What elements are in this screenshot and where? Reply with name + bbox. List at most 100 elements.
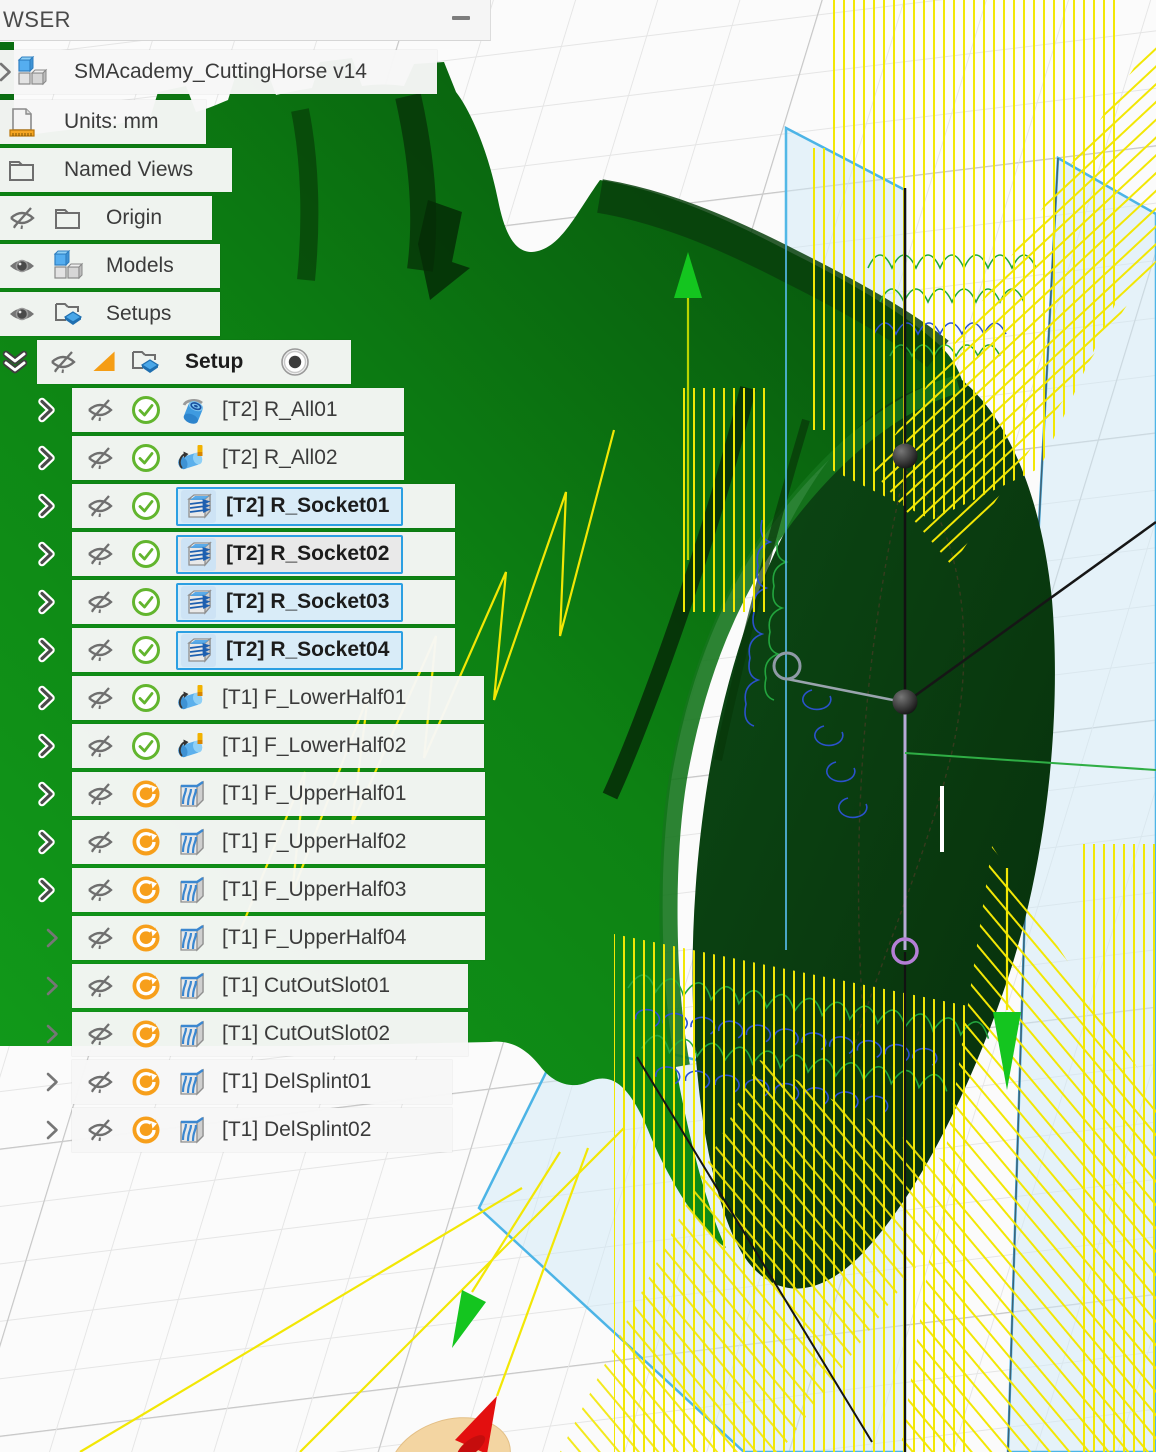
op-label[interactable]: [T1] F_UpperHalf04: [222, 926, 406, 950]
op-label[interactable]: [T1] DelSplint02: [222, 1118, 371, 1142]
parallel-icon: [179, 924, 205, 952]
steep-shallow-icon: [187, 494, 211, 518]
chevron-right-icon[interactable]: [33, 733, 59, 759]
chevron-right-icon[interactable]: [33, 397, 59, 423]
visibility-off-icon[interactable]: [84, 394, 116, 426]
components-icon: [54, 250, 83, 279]
axis-point-handle[interactable]: [892, 443, 918, 469]
status-regenerate-icon: [130, 970, 162, 1002]
models-label[interactable]: Models: [106, 254, 174, 278]
visibility-off-icon[interactable]: [84, 1066, 116, 1098]
op-label[interactable]: [T2] R_Socket02: [226, 542, 389, 566]
op-label[interactable]: [T2] R_All01: [222, 398, 338, 422]
browser-title: WSER: [3, 7, 71, 32]
chevron-right-icon[interactable]: [33, 829, 59, 855]
visibility-off-icon[interactable]: [84, 778, 116, 810]
minimize-icon[interactable]: [452, 16, 470, 20]
visibility-off-icon[interactable]: [84, 490, 116, 522]
setup-folder-icon: [132, 351, 159, 374]
visibility-off-icon[interactable]: [84, 874, 116, 906]
document-components-icon: [18, 56, 47, 85]
steep-shallow-icon: [187, 590, 211, 614]
chevron-right-icon[interactable]: [33, 541, 59, 567]
parallel-icon: [179, 828, 205, 856]
chevron-right-icon[interactable]: [33, 781, 59, 807]
visibility-off-icon[interactable]: [84, 682, 116, 714]
visibility-off-icon[interactable]: [84, 538, 116, 570]
op-label[interactable]: [T1] F_UpperHalf03: [222, 878, 406, 902]
visibility-off-icon[interactable]: [6, 202, 38, 234]
visibility-off-icon[interactable]: [84, 730, 116, 762]
status-regenerate-icon: [130, 922, 162, 954]
active-setup-radio[interactable]: [279, 346, 311, 378]
visibility-off-icon[interactable]: [84, 922, 116, 954]
document-title[interactable]: SMAcademy_CuttingHorse v14: [74, 60, 367, 84]
parallel-icon: [179, 1020, 205, 1048]
op-label[interactable]: [T1] CutOutSlot01: [222, 974, 390, 998]
parallel-icon: [179, 1116, 205, 1144]
op-label[interactable]: [T1] F_LowerHalf02: [222, 734, 406, 758]
op-label[interactable]: [T1] CutOutSlot02: [222, 1022, 390, 1046]
status-ok-icon: [132, 444, 160, 472]
rotary-icon: [176, 444, 205, 472]
origin-label[interactable]: Origin: [106, 206, 162, 230]
selection-box[interactable]: [T2] R_Socket02: [176, 534, 404, 574]
op-label[interactable]: [T1] F_UpperHalf01: [222, 782, 406, 806]
chevron-right-icon[interactable]: [39, 925, 65, 951]
setup-label[interactable]: Setup: [185, 350, 243, 374]
selection-box[interactable]: [T2] R_Socket04: [176, 630, 404, 670]
folder-icon: [9, 161, 34, 181]
chevron-right-icon[interactable]: [0, 59, 16, 85]
visibility-off-icon[interactable]: [84, 970, 116, 1002]
op-label[interactable]: [T2] R_Socket01: [226, 494, 389, 518]
setups-label[interactable]: Setups: [106, 302, 171, 326]
chevron-right-icon[interactable]: [39, 1069, 65, 1095]
op-label[interactable]: [T2] R_All02: [222, 446, 338, 470]
folder-icon: [55, 209, 80, 229]
visibility-off-icon[interactable]: [84, 634, 116, 666]
selection-box[interactable]: [T2] R_Socket01: [176, 486, 404, 526]
visibility-on-icon[interactable]: [6, 298, 38, 330]
visibility-off-icon[interactable]: [84, 1018, 116, 1050]
status-ok-icon: [132, 588, 160, 616]
status-ok-icon: [132, 684, 160, 712]
units-icon: [9, 108, 35, 137]
steep-shallow-icon: [187, 638, 211, 662]
status-regenerate-icon: [130, 1018, 162, 1050]
units-label[interactable]: Units: mm: [64, 110, 159, 134]
op-label[interactable]: [T2] R_Socket03: [226, 590, 389, 614]
named-views-label[interactable]: Named Views: [64, 158, 193, 182]
chevron-right-icon[interactable]: [39, 973, 65, 999]
parallel-icon: [179, 780, 205, 808]
chevron-collapse-icon[interactable]: [2, 349, 28, 375]
origin-point-handle[interactable]: [892, 689, 918, 715]
status-regenerate-icon: [130, 874, 162, 906]
op-label[interactable]: [T1] F_UpperHalf02: [222, 830, 406, 854]
rotary-icon: [176, 684, 205, 712]
browser-panel-header: WSER: [0, 0, 491, 41]
parallel-icon: [179, 972, 205, 1000]
steep-shallow-icon: [187, 542, 211, 566]
visibility-off-icon[interactable]: [84, 586, 116, 618]
chevron-right-icon[interactable]: [33, 685, 59, 711]
chevron-right-icon[interactable]: [33, 637, 59, 663]
status-ok-icon: [132, 396, 160, 424]
op-label[interactable]: [T1] DelSplint01: [222, 1070, 371, 1094]
visibility-off-icon[interactable]: [84, 826, 116, 858]
status-regenerate-icon: [130, 778, 162, 810]
chevron-right-icon[interactable]: [33, 493, 59, 519]
visibility-off-icon[interactable]: [84, 442, 116, 474]
status-regenerate-icon: [130, 826, 162, 858]
op-label[interactable]: [T1] F_LowerHalf01: [222, 686, 406, 710]
visibility-off-icon[interactable]: [47, 346, 79, 378]
op-label[interactable]: [T2] R_Socket04: [226, 638, 389, 662]
visibility-off-icon[interactable]: [84, 1114, 116, 1146]
visibility-on-icon[interactable]: [6, 250, 38, 282]
chevron-right-icon[interactable]: [33, 589, 59, 615]
chevron-right-icon[interactable]: [33, 877, 59, 903]
stock-triangle-icon: [93, 351, 115, 371]
selection-box[interactable]: [T2] R_Socket03: [176, 582, 404, 622]
chevron-right-icon[interactable]: [39, 1021, 65, 1047]
chevron-right-icon[interactable]: [39, 1117, 65, 1143]
chevron-right-icon[interactable]: [33, 445, 59, 471]
